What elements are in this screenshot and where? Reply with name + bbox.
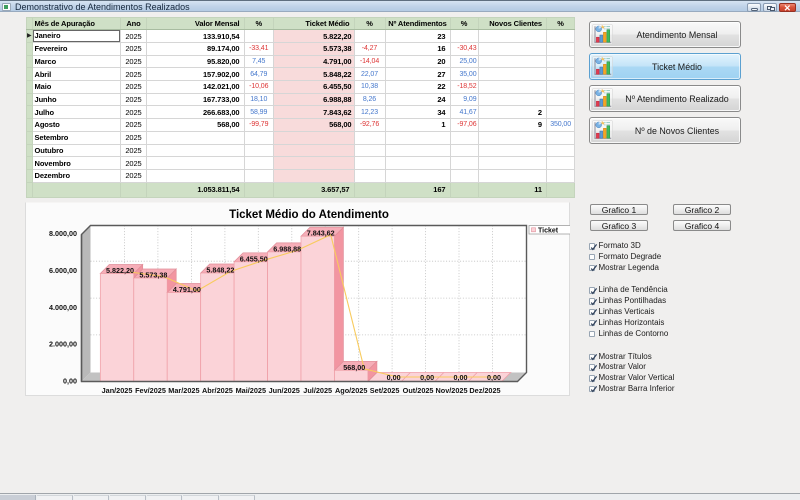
svg-text:Ticket: Ticket [538,228,559,235]
svg-text:568,00: 568,00 [343,363,365,372]
svg-text:Ticket Médio do Atendimento: Ticket Médio do Atendimento [229,209,389,221]
svg-text:7.843,62: 7.843,62 [307,229,335,238]
svg-text:0,00: 0,00 [63,377,77,386]
svg-text:Ago/2025: Ago/2025 [335,386,367,395]
svg-text:Set/2025: Set/2025 [370,386,400,395]
svg-text:0,00: 0,00 [487,373,501,382]
svg-text:2.000,00: 2.000,00 [49,340,77,349]
svg-text:Jan/2025: Jan/2025 [102,386,133,395]
svg-text:Mai/2025: Mai/2025 [236,386,266,395]
svg-text:5.822,20: 5.822,20 [106,266,134,275]
svg-text:Abr/2025: Abr/2025 [202,386,233,395]
svg-text:0,00: 0,00 [454,373,468,382]
svg-text:4.000,00: 4.000,00 [49,303,77,312]
svg-text:Out/2025: Out/2025 [403,386,434,395]
svg-text:6.455,50: 6.455,50 [240,254,268,263]
svg-text:4.791,00: 4.791,00 [173,285,201,294]
svg-text:Mar/2025: Mar/2025 [168,386,199,395]
svg-text:Fev/2025: Fev/2025 [135,386,166,395]
svg-text:0,00: 0,00 [420,373,434,382]
svg-text:Nov/2025: Nov/2025 [435,386,467,395]
svg-text:6.000,00: 6.000,00 [49,266,77,275]
svg-text:6.988,88: 6.988,88 [273,244,301,253]
svg-text:5.573,38: 5.573,38 [139,271,167,280]
svg-text:0,00: 0,00 [387,373,401,382]
svg-text:Jul/2025: Jul/2025 [303,386,332,395]
svg-text:Jun/2025: Jun/2025 [269,386,300,395]
svg-text:8.000,00: 8.000,00 [49,229,77,238]
svg-text:Dez/2025: Dez/2025 [469,386,500,395]
svg-text:5.848,22: 5.848,22 [206,266,234,275]
